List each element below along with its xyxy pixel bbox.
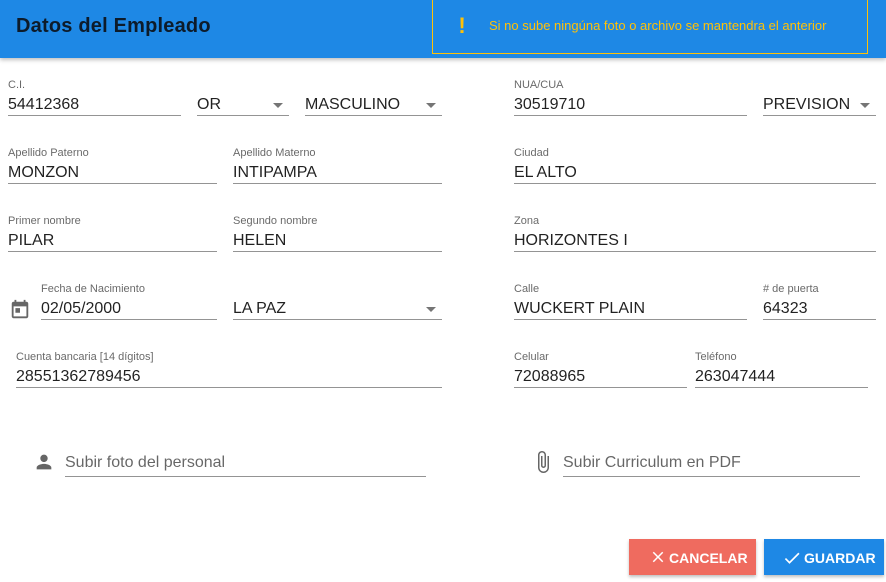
cv-upload-placeholder: Subir Curriculum en PDF: [563, 454, 741, 471]
calle-label: Calle: [514, 283, 540, 295]
person-icon: [36, 454, 52, 470]
sexo-value: MASCULINO: [305, 96, 401, 113]
calle-field[interactable]: Calle WUCKERT PLAIN: [514, 283, 747, 323]
apellido-paterno-label: Apellido Paterno: [8, 147, 89, 159]
lugar-nacimiento-underline: [233, 319, 442, 320]
cuenta-bancaria-label: Cuenta bancaria [14 dígitos]: [16, 351, 154, 363]
ciudad-underline: [514, 183, 876, 184]
app-header: Datos del Empleado ! Si no sube ningúna …: [0, 0, 886, 58]
chevron-down-icon[interactable]: [273, 103, 283, 108]
primer-nombre-label: Primer nombre: [8, 215, 81, 227]
expedido-select[interactable]: OR: [197, 79, 289, 119]
cv-upload-underline: [563, 476, 860, 477]
expedido-value: OR: [197, 96, 221, 113]
celular-label: Celular: [514, 351, 549, 363]
nua-label: NUA/CUA: [514, 79, 564, 91]
apellido-materno-value[interactable]: INTIPAMPA: [233, 164, 317, 182]
segundo-nombre-underline: [233, 251, 442, 252]
telefono-label: Teléfono: [695, 351, 737, 363]
puerta-value[interactable]: 64323: [763, 300, 808, 318]
cancel-button[interactable]: CANCELAR: [629, 539, 756, 575]
apellido-paterno-field[interactable]: Apellido Paterno MONZON: [8, 147, 217, 187]
zona-value[interactable]: HORIZONTES I: [514, 232, 628, 250]
check-icon: [784, 552, 800, 564]
zona-field[interactable]: Zona HORIZONTES I: [514, 215, 876, 255]
save-button[interactable]: GUARDAR: [764, 539, 884, 575]
foto-upload-placeholder: Subir foto del personal: [65, 454, 226, 471]
exclamation-icon: !: [458, 13, 466, 38]
fecha-nacimiento-label: Fecha de Nacimiento: [41, 283, 145, 295]
ci-underline: [8, 115, 181, 116]
ciudad-field[interactable]: Ciudad EL ALTO: [514, 147, 876, 187]
close-icon: [652, 551, 664, 563]
calle-underline: [514, 319, 747, 320]
page-title: Datos del Empleado: [16, 15, 211, 37]
cancel-button-label: CANCELAR: [669, 550, 748, 566]
zona-underline: [514, 251, 876, 252]
primer-nombre-value[interactable]: PILAR: [8, 232, 54, 250]
apellido-materno-underline: [233, 183, 442, 184]
nua-value[interactable]: 30519710: [514, 96, 585, 114]
cuenta-bancaria-field[interactable]: Cuenta bancaria [14 dígitos] 28551362789…: [16, 351, 442, 391]
fecha-nacimiento-value[interactable]: 02/05/2000: [41, 300, 121, 318]
celular-field[interactable]: Celular 72088965: [514, 351, 687, 391]
puerta-underline: [763, 319, 876, 320]
lugar-nacimiento-value: LA PAZ: [233, 300, 287, 317]
foto-upload-underline: [65, 476, 426, 477]
nua-underline: [514, 115, 747, 116]
cv-upload-input[interactable]: Subir Curriculum en PDF: [563, 451, 860, 481]
apellido-materno-field[interactable]: Apellido Materno INTIPAMPA: [233, 147, 442, 187]
segundo-nombre-value[interactable]: HELEN: [233, 232, 286, 250]
nua-field[interactable]: NUA/CUA 30519710: [514, 79, 747, 119]
warning-alert: ! Si no sube ningúna foto o archivo se m…: [432, 0, 868, 54]
alert-message: Si no sube ningúna foto o archivo se man…: [489, 18, 827, 33]
apellido-paterno-value[interactable]: MONZON: [8, 164, 79, 182]
cuenta-bancaria-value[interactable]: 28551362789456: [16, 368, 141, 386]
celular-underline: [514, 387, 687, 388]
celular-value[interactable]: 72088965: [514, 368, 585, 386]
chevron-down-icon[interactable]: [860, 103, 870, 108]
segundo-nombre-label: Segundo nombre: [233, 215, 318, 227]
segundo-nombre-field[interactable]: Segundo nombre HELEN: [233, 215, 442, 255]
afp-value: PREVISION: [763, 96, 851, 113]
ci-label: C.I.: [8, 79, 26, 91]
sexo-underline: [305, 115, 442, 116]
ci-value[interactable]: 54412368: [8, 96, 79, 114]
ci-field[interactable]: C.I. 54412368: [8, 79, 181, 119]
ciudad-label: Ciudad: [514, 147, 549, 159]
lugar-nacimiento-select[interactable]: LA PAZ: [233, 283, 442, 323]
zona-label: Zona: [514, 215, 540, 227]
chevron-down-icon[interactable]: [426, 103, 436, 108]
apellido-materno-label: Apellido Materno: [233, 147, 316, 159]
calle-value[interactable]: WUCKERT PLAIN: [514, 300, 645, 318]
sexo-select[interactable]: MASCULINO: [305, 79, 442, 119]
chevron-down-icon[interactable]: [426, 307, 436, 312]
cuenta-bancaria-underline: [16, 387, 442, 388]
primer-nombre-field[interactable]: Primer nombre PILAR: [8, 215, 217, 255]
afp-select[interactable]: PREVISION: [763, 79, 876, 119]
expedido-underline: [197, 115, 289, 116]
telefono-value[interactable]: 263047444: [695, 368, 775, 386]
afp-underline: [763, 115, 876, 116]
fecha-nacimiento-field[interactable]: Fecha de Nacimiento 02/05/2000: [41, 283, 217, 323]
paperclip-icon: [538, 451, 549, 473]
calendar-icon[interactable]: [9, 299, 31, 321]
foto-upload-input[interactable]: Subir foto del personal: [65, 451, 426, 481]
puerta-field[interactable]: # de puerta 64323: [763, 283, 876, 323]
primer-nombre-underline: [8, 251, 217, 252]
save-button-label: GUARDAR: [804, 550, 876, 566]
telefono-underline: [695, 387, 868, 388]
telefono-field[interactable]: Teléfono 263047444: [695, 351, 868, 391]
fecha-nacimiento-underline: [41, 319, 217, 320]
ciudad-value[interactable]: EL ALTO: [514, 164, 577, 182]
puerta-label: # de puerta: [763, 283, 819, 295]
apellido-paterno-underline: [8, 183, 217, 184]
